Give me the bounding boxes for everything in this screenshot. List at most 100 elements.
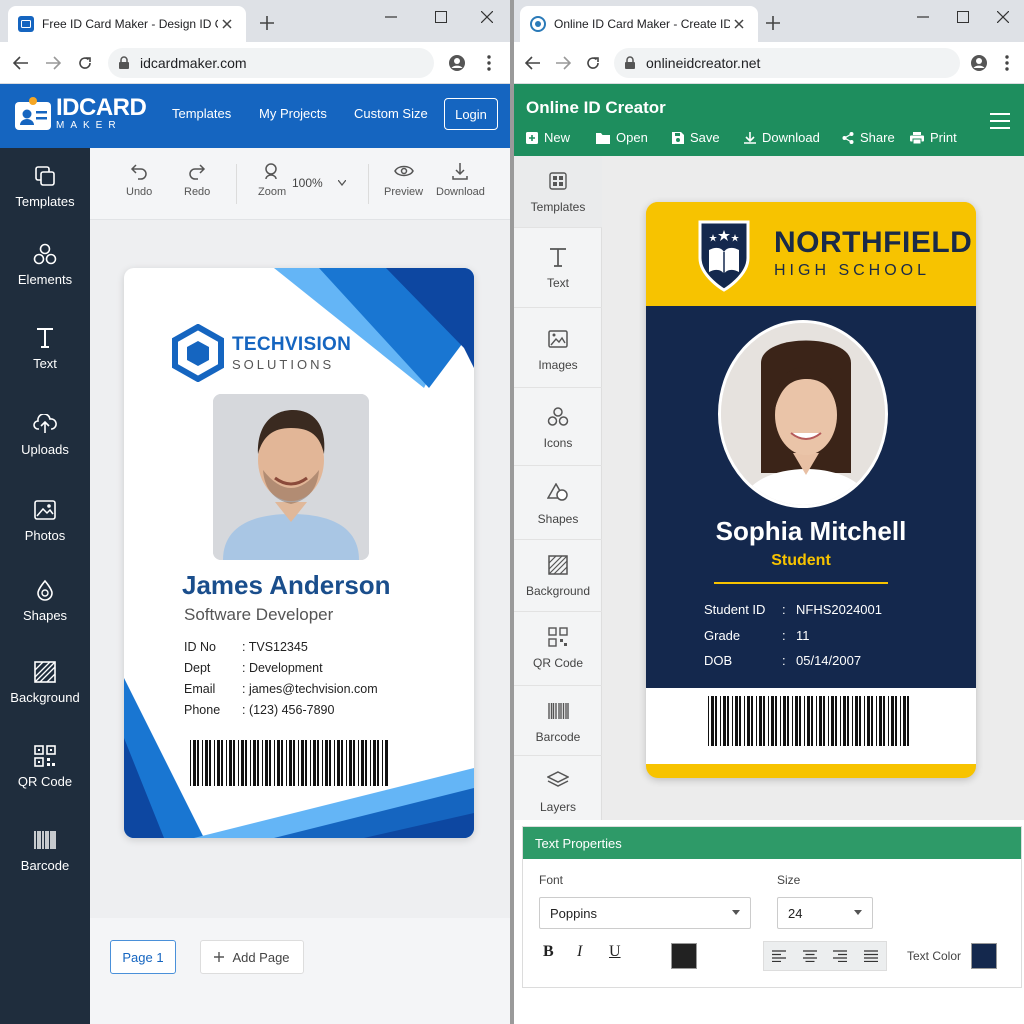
page-1-button[interactable]: Page 1 bbox=[110, 940, 176, 974]
right-url-field[interactable]: onlineidcreator.net bbox=[614, 48, 960, 78]
align-justify-icon[interactable] bbox=[863, 950, 878, 962]
student-name[interactable]: Sophia Mitchell bbox=[646, 516, 976, 547]
maximize-icon[interactable] bbox=[952, 6, 974, 28]
employee-role[interactable]: Software Developer bbox=[184, 605, 333, 625]
lock-icon bbox=[625, 56, 635, 69]
sidebar-item-shapes[interactable]: Shapes bbox=[514, 466, 602, 540]
forward-arrow-icon[interactable] bbox=[552, 52, 574, 74]
student-photo[interactable] bbox=[718, 320, 888, 508]
align-center-icon[interactable] bbox=[802, 950, 817, 962]
employee-name[interactable]: James Anderson bbox=[182, 570, 391, 601]
new-button[interactable]: New bbox=[526, 130, 570, 145]
align-right-icon[interactable] bbox=[833, 950, 848, 962]
back-arrow-icon[interactable] bbox=[10, 52, 32, 74]
print-button[interactable]: Print bbox=[910, 130, 957, 145]
field-value: NFHS2024001 bbox=[796, 602, 882, 617]
reload-icon[interactable] bbox=[74, 52, 96, 74]
maximize-icon[interactable] bbox=[430, 6, 452, 28]
share-button[interactable]: Share bbox=[842, 130, 895, 145]
left-url-field[interactable]: idcardmaker.com bbox=[108, 48, 434, 78]
undo-button[interactable]: Undo bbox=[126, 162, 152, 198]
sidebar-item-templates[interactable]: Templates bbox=[514, 156, 602, 228]
login-button[interactable]: Login bbox=[444, 98, 498, 130]
close-tab-icon[interactable] bbox=[218, 15, 236, 33]
text-properties-title: Text Properties bbox=[523, 827, 1021, 859]
sidebar-item-uploads[interactable]: Uploads bbox=[0, 410, 90, 480]
close-window-icon[interactable] bbox=[476, 6, 498, 28]
student-role[interactable]: Student bbox=[646, 552, 956, 570]
close-window-icon[interactable] bbox=[992, 6, 1014, 28]
text-color-swatch[interactable] bbox=[971, 943, 997, 969]
new-tab-icon[interactable] bbox=[256, 12, 278, 34]
sidebar-item-elements[interactable]: Elements bbox=[0, 240, 90, 310]
redo-icon bbox=[189, 164, 206, 180]
profile-icon[interactable] bbox=[968, 52, 990, 74]
sidebar-item-photos[interactable]: Photos bbox=[0, 496, 90, 566]
idcard-maker-logo[interactable]: IDCARD MAKER bbox=[14, 96, 147, 132]
profile-icon[interactable] bbox=[446, 52, 468, 74]
sidebar-item-qr-code[interactable]: QR Code bbox=[514, 612, 602, 686]
employee-photo[interactable] bbox=[213, 394, 369, 560]
shapes-icon bbox=[547, 480, 569, 506]
new-tab-icon[interactable] bbox=[762, 12, 784, 34]
open-button[interactable]: Open bbox=[596, 130, 648, 145]
download-button[interactable]: Download bbox=[436, 162, 485, 198]
download-button[interactable]: Download bbox=[744, 130, 820, 145]
field-row: DOB:05/14/2007 bbox=[704, 653, 862, 668]
sidebar-item-text[interactable]: Text bbox=[0, 324, 90, 394]
sidebar-item-images[interactable]: Images bbox=[514, 308, 602, 388]
preview-button[interactable]: Preview bbox=[384, 162, 423, 198]
minimize-icon[interactable] bbox=[912, 6, 934, 28]
menu-dots-icon[interactable] bbox=[996, 52, 1018, 74]
sidebar-item-layers[interactable]: Layers bbox=[514, 756, 602, 820]
bold-button[interactable]: B bbox=[543, 943, 554, 961]
minimize-icon[interactable] bbox=[380, 6, 402, 28]
nav-templates[interactable]: Templates bbox=[172, 106, 231, 121]
menu-dots-icon[interactable] bbox=[478, 52, 500, 74]
employee-id-card[interactable]: TECHVISION SOLUTIONS James Anderson Soft… bbox=[124, 268, 474, 838]
field-value: 05/14/2007 bbox=[796, 653, 862, 668]
image-icon bbox=[548, 326, 568, 352]
sidebar-label: Shapes bbox=[22, 608, 68, 623]
reload-icon[interactable] bbox=[582, 52, 604, 74]
underline-button[interactable]: U bbox=[609, 943, 621, 961]
right-browser-tab[interactable]: Online ID Card Maker - Create ID Card bbox=[520, 6, 758, 42]
sidebar-item-qr-code[interactable]: QR Code bbox=[0, 742, 90, 812]
save-icon bbox=[672, 131, 684, 144]
fill-color-swatch[interactable] bbox=[671, 943, 697, 969]
add-page-button[interactable]: Add Page bbox=[200, 940, 304, 974]
back-arrow-icon[interactable] bbox=[522, 52, 544, 74]
sidebar-item-text[interactable]: Text bbox=[514, 228, 602, 308]
close-tab-icon[interactable] bbox=[730, 15, 748, 33]
zoom-value[interactable]: 100% bbox=[292, 176, 323, 190]
sidebar-label: Elements bbox=[17, 272, 73, 287]
employee-barcode[interactable] bbox=[190, 740, 390, 786]
italic-button[interactable]: I bbox=[577, 943, 582, 961]
sidebar-label: Barcode bbox=[20, 858, 70, 873]
sidebar-item-background[interactable]: Background bbox=[0, 658, 90, 728]
sidebar-item-shapes[interactable]: Shapes bbox=[0, 576, 90, 646]
zoom-chevron-down-icon[interactable] bbox=[338, 180, 346, 186]
zoom-button[interactable]: Zoom bbox=[258, 162, 286, 198]
redo-button[interactable]: Redo bbox=[184, 162, 210, 198]
sidebar-item-icons[interactable]: Icons bbox=[514, 388, 602, 466]
sidebar-item-barcode[interactable]: Barcode bbox=[514, 686, 602, 756]
sidebar-label: Templates bbox=[15, 194, 75, 209]
forward-arrow-icon[interactable] bbox=[42, 52, 64, 74]
hamburger-menu-icon[interactable] bbox=[990, 112, 1010, 130]
sidebar-item-background[interactable]: Background bbox=[514, 540, 602, 612]
size-select[interactable]: 24 bbox=[777, 897, 873, 929]
student-barcode[interactable] bbox=[708, 696, 914, 746]
sidebar-item-barcode[interactable]: Barcode bbox=[0, 826, 90, 896]
right-address-bar: onlineidcreator.net bbox=[514, 42, 1024, 84]
barcode-icon bbox=[547, 698, 569, 724]
student-id-card[interactable]: NORTHFIELD HIGH SCHOOL Sophia Mitchell S… bbox=[646, 202, 976, 778]
sidebar-item-templates[interactable]: Templates bbox=[0, 162, 90, 232]
font-select[interactable]: Poppins bbox=[539, 897, 751, 929]
background-icon bbox=[34, 658, 56, 686]
nav-custom-size[interactable]: Custom Size bbox=[354, 106, 428, 121]
align-left-icon[interactable] bbox=[772, 950, 787, 962]
save-button[interactable]: Save bbox=[672, 130, 720, 145]
nav-my-projects[interactable]: My Projects bbox=[259, 106, 327, 121]
left-browser-tab[interactable]: Free ID Card Maker - Design ID Online bbox=[8, 6, 246, 42]
